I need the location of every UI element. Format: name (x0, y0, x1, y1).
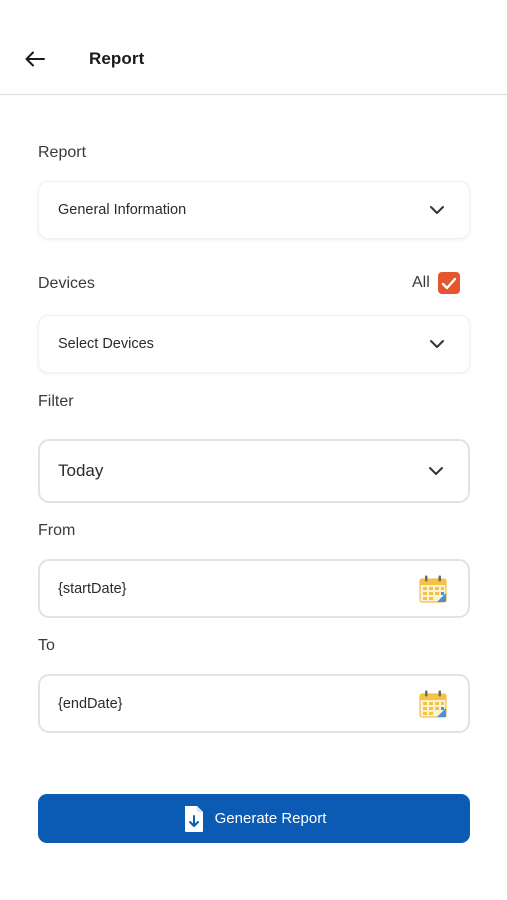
generate-report-label: Generate Report (214, 810, 327, 827)
filter-selected-value: Today (58, 461, 104, 480)
report-label: Report (38, 144, 87, 161)
devices-placeholder: Select Devices (58, 336, 154, 352)
calendar-icon[interactable] (418, 574, 448, 604)
devices-label: Devices (38, 275, 95, 292)
chevron-down-icon (429, 467, 443, 475)
from-date-value: {startDate} (58, 580, 127, 597)
calendar-icon[interactable] (418, 689, 448, 719)
filter-dropdown[interactable]: Today (38, 439, 470, 503)
all-label: All (412, 274, 430, 291)
all-devices-checkbox[interactable] (437, 272, 460, 294)
chevron-down-icon (430, 340, 444, 348)
to-date-field[interactable]: {endDate} (38, 674, 470, 733)
filter-label: Filter (38, 393, 74, 410)
report-selected-value: General Information (58, 202, 187, 218)
all-devices-toggle: All (412, 271, 460, 295)
arrow-left-icon (25, 51, 45, 67)
from-label: From (38, 522, 76, 539)
report-dropdown[interactable]: General Information (38, 181, 470, 239)
page-title: Report (89, 49, 145, 68)
to-date-value: {endDate} (58, 695, 123, 712)
devices-dropdown[interactable]: Select Devices (38, 315, 470, 373)
file-download-icon (184, 805, 203, 832)
back-button[interactable] (22, 46, 48, 72)
chevron-down-icon (430, 206, 444, 214)
generate-report-button[interactable]: Generate Report (38, 794, 470, 843)
check-icon (441, 277, 456, 289)
from-date-field[interactable]: {startDate} (38, 559, 470, 618)
report-screen: Report Report General Information Device… (0, 0, 507, 900)
to-label: To (38, 637, 55, 654)
app-header: Report (0, 0, 507, 95)
